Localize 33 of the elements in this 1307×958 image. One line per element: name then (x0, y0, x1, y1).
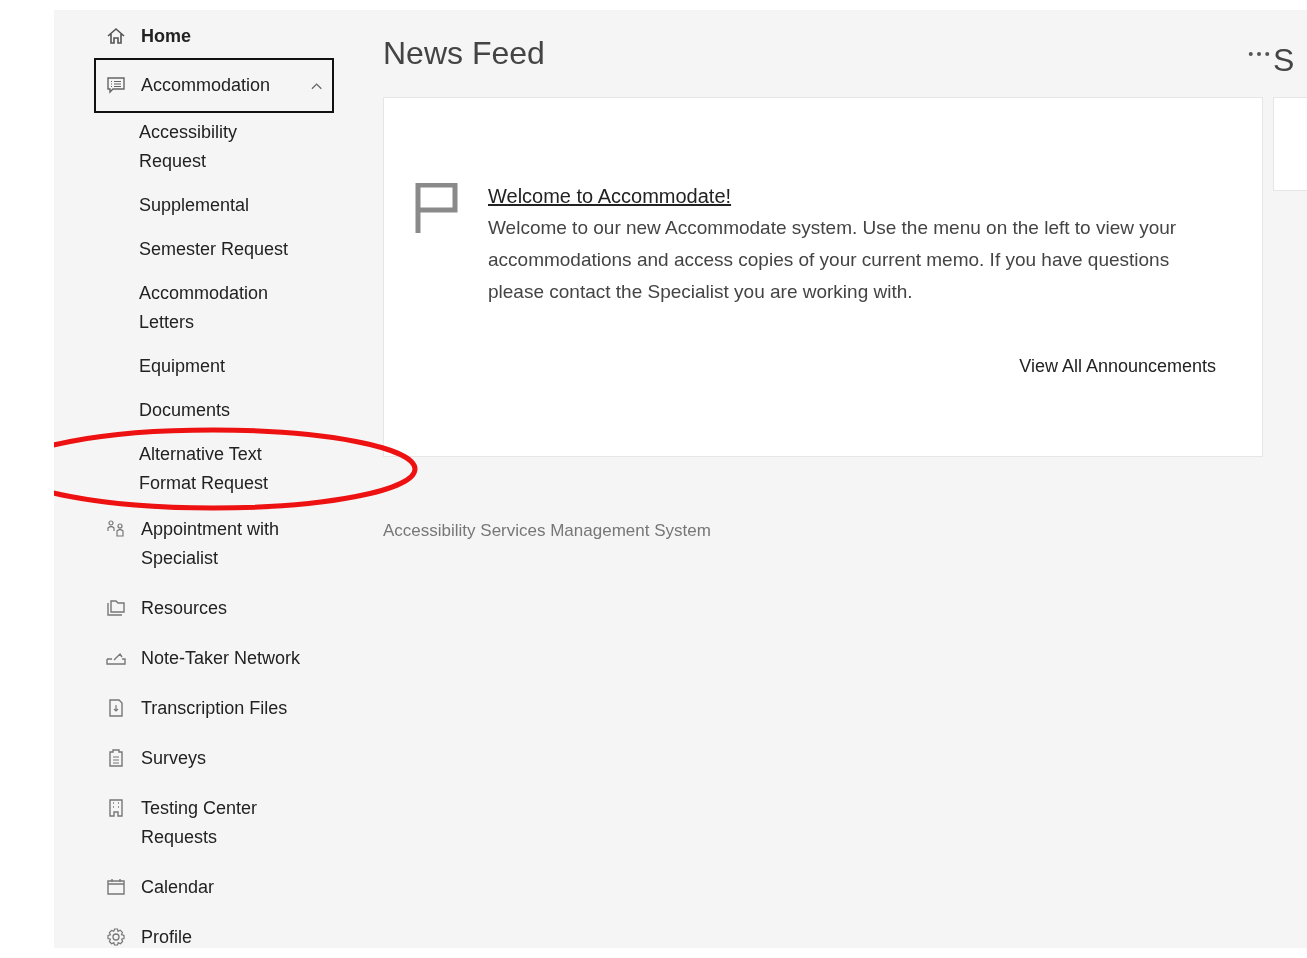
panel-title: S (1273, 41, 1296, 80)
nav-subitem[interactable]: Accommodation Letters (139, 279, 289, 337)
nav-item[interactable]: Accommodation (94, 58, 334, 113)
nav-item[interactable]: Appointment with Specialist (94, 513, 334, 575)
page-title: News Feed (383, 35, 545, 72)
announcement-text: Welcome to our new Accommodate system. Use the menu on the left to view your accommodations and access copies of your current memo. If you have questions please contact the Specialist you are working with. (488, 216, 1178, 304)
nav-item[interactable]: Calendar (94, 871, 334, 904)
nav-item[interactable]: Transcription Files (94, 692, 334, 725)
folder-icon (106, 598, 126, 618)
file-download-icon (106, 698, 126, 718)
nav-subitem[interactable]: Equipment (139, 352, 289, 381)
nav-item[interactable]: Surveys (94, 742, 334, 775)
nav-subitem[interactable]: Supplemental (139, 191, 289, 220)
nav-item[interactable]: Home (94, 20, 334, 53)
clipboard-icon (106, 748, 126, 768)
nav-item[interactable]: Testing Center Requests (94, 792, 334, 854)
home-icon (106, 26, 126, 46)
flag-icon (414, 183, 458, 233)
settings-icon (106, 927, 126, 947)
footer-text: Accessibility Services Management System (383, 521, 712, 541)
nav-subitem[interactable]: Documents (139, 396, 289, 425)
building-icon (106, 798, 126, 818)
more-icon[interactable] (1248, 50, 1270, 57)
view-all-link[interactable]: View All Announcements (1019, 356, 1216, 377)
people-icon (106, 519, 126, 539)
nav-subitem[interactable]: Accessibility Request (139, 118, 289, 176)
nav-item[interactable]: Note-Taker Network (94, 642, 334, 675)
chat-icon (106, 75, 126, 95)
calendar-icon (106, 877, 126, 897)
nav-item[interactable]: Profile (94, 921, 334, 948)
nav-subitem[interactable]: Semester Request (139, 235, 289, 264)
announcement-link[interactable]: Welcome to Accommodate! (488, 185, 732, 207)
nav-item[interactable]: Resources (94, 592, 334, 625)
